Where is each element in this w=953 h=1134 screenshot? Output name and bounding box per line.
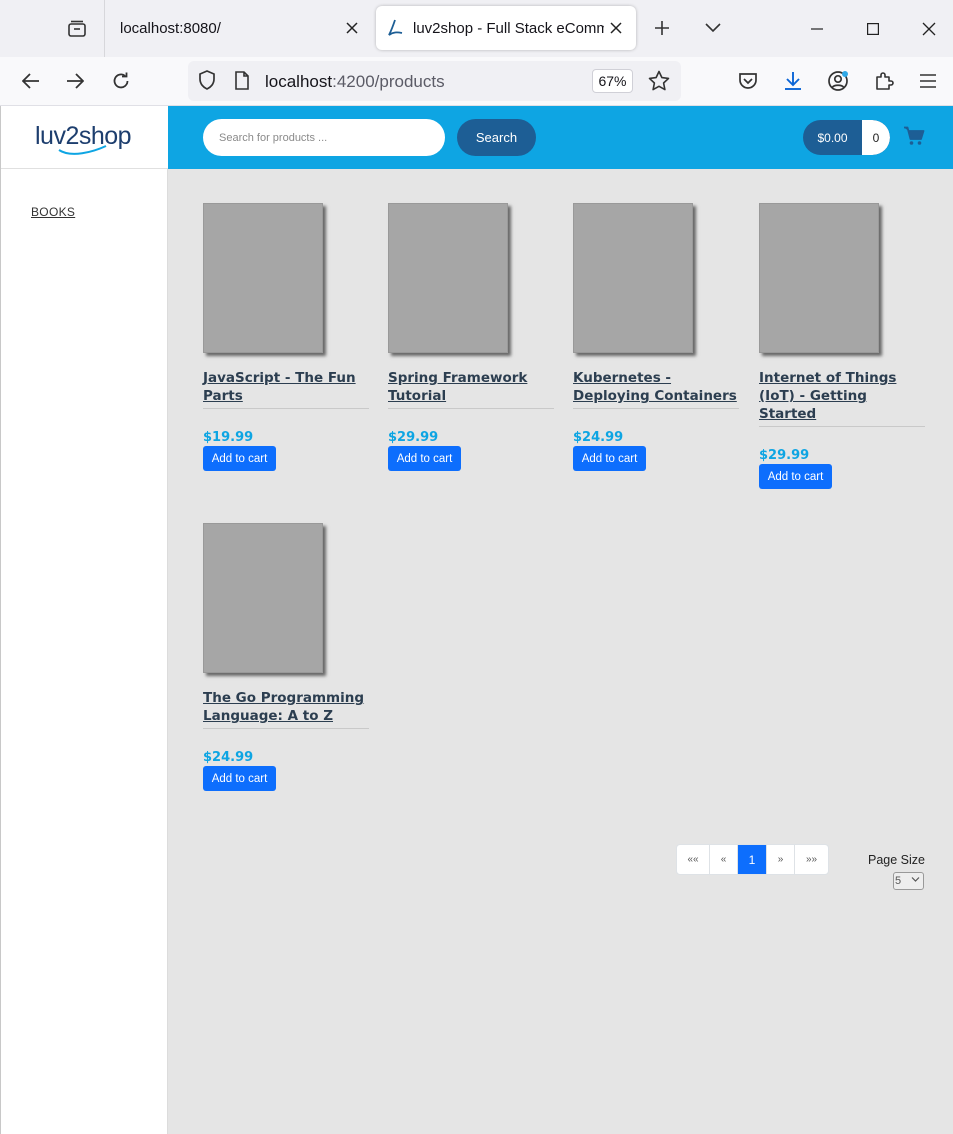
product-card: Internet of Things (IoT) - Getting Start… — [759, 203, 925, 489]
pocket-icon — [739, 73, 757, 89]
product-name-link[interactable]: Kubernetes - Deploying Containers — [573, 369, 739, 405]
product-price: $29.99 — [388, 430, 439, 445]
chevron-down-icon — [705, 23, 721, 33]
search-button[interactable]: Search — [457, 119, 536, 156]
browser-tab-bar: localhost:8080/ luv2shop - Full Stack eC… — [0, 0, 953, 57]
product-name-link[interactable]: Internet of Things (IoT) - Getting Start… — [759, 369, 925, 423]
last-page-button[interactable]: »» — [795, 845, 828, 874]
product-card: The Go Programming Language: A to Z $24.… — [203, 523, 369, 791]
product-image[interactable] — [759, 203, 879, 353]
firefox-view-button[interactable] — [50, 0, 104, 57]
forward-button[interactable] — [59, 65, 91, 97]
plus-icon — [655, 21, 669, 35]
page-size-select[interactable]: 5 — [893, 872, 924, 890]
divider — [573, 408, 739, 409]
product-price: $29.99 — [759, 448, 810, 463]
shopping-cart-icon[interactable] — [903, 126, 925, 151]
browser-tab-inactive[interactable]: localhost:8080/ — [106, 6, 372, 50]
bookmark-star-icon[interactable] — [648, 70, 670, 97]
url-host: localhost — [265, 72, 333, 91]
list-all-tabs-button[interactable] — [699, 14, 727, 42]
maximize-window-button[interactable] — [845, 0, 901, 57]
sidebar: luv2shop BOOKS — [0, 106, 168, 1134]
add-to-cart-button[interactable]: Add to cart — [573, 446, 646, 471]
product-card: Spring Framework Tutorial $29.99 Add to … — [388, 203, 554, 471]
luv2shop-favicon-icon — [386, 19, 404, 37]
add-to-cart-button[interactable]: Add to cart — [203, 446, 276, 471]
divider — [388, 408, 554, 409]
page-number-button[interactable]: 1 — [738, 845, 767, 874]
product-price: $19.99 — [203, 430, 254, 445]
luv2shop-logo: luv2shop — [35, 122, 132, 155]
account-button[interactable] — [822, 65, 854, 97]
minimize-icon — [811, 27, 823, 30]
product-image[interactable] — [203, 523, 323, 673]
product-name-link[interactable]: JavaScript - The Fun Parts — [203, 369, 369, 405]
page-info-icon[interactable] — [234, 71, 250, 95]
divider — [203, 408, 369, 409]
product-name-link[interactable]: The Go Programming Language: A to Z — [203, 689, 369, 725]
app-menu-button[interactable] — [912, 65, 944, 97]
zoom-level-button[interactable]: 67% — [592, 69, 633, 93]
back-button[interactable] — [15, 65, 47, 97]
downloads-button[interactable] — [777, 65, 809, 97]
address-bar[interactable]: localhost:4200/products 67% — [188, 61, 681, 101]
close-window-button[interactable] — [901, 0, 953, 57]
add-to-cart-button[interactable]: Add to cart — [203, 766, 276, 791]
tab-title: luv2shop - Full Stack eCommerce — [413, 19, 604, 37]
firefox-view-icon — [68, 20, 86, 37]
product-price: $24.99 — [573, 430, 624, 445]
puzzle-piece-icon — [876, 72, 894, 90]
account-icon — [828, 71, 848, 91]
cart-status[interactable]: $0.00 0 — [803, 120, 890, 155]
chevron-down-icon — [911, 877, 920, 882]
close-tab-icon[interactable] — [340, 16, 364, 40]
product-image[interactable] — [388, 203, 508, 353]
tab-separator — [104, 0, 105, 57]
reload-icon — [113, 72, 129, 89]
logo-text: luv2shop — [35, 122, 131, 150]
arrow-right-icon — [67, 73, 84, 89]
logo-link[interactable]: luv2shop — [1, 106, 168, 169]
add-to-cart-button[interactable]: Add to cart — [759, 464, 832, 489]
store-header: Search $0.00 0 — [168, 106, 953, 169]
product-image[interactable] — [573, 203, 693, 353]
product-name-link[interactable]: Spring Framework Tutorial — [388, 369, 554, 405]
tab-title: localhost:8080/ — [120, 19, 221, 37]
product-card: Kubernetes - Deploying Containers $24.99… — [573, 203, 739, 471]
product-image[interactable] — [203, 203, 323, 353]
close-tab-icon[interactable] — [604, 16, 628, 40]
category-link-books[interactable]: BOOKS — [31, 205, 75, 219]
web-page: luv2shop BOOKS Search $0.00 0 JavaScript… — [0, 106, 953, 1134]
divider — [203, 728, 369, 729]
maximize-icon — [867, 22, 879, 35]
cart-total-price: $0.00 — [817, 130, 848, 145]
next-page-button[interactable]: » — [767, 845, 795, 874]
browser-tab-active[interactable]: luv2shop - Full Stack eCommerce — [376, 6, 636, 50]
product-search-input[interactable] — [203, 119, 445, 156]
page-size-label: Page Size — [868, 853, 925, 867]
close-icon — [922, 22, 936, 35]
previous-page-button[interactable]: « — [710, 845, 738, 874]
browser-navigation-bar: localhost:4200/products 67% — [0, 57, 953, 106]
product-price: $24.99 — [203, 750, 254, 765]
extensions-button[interactable] — [868, 65, 900, 97]
product-card: JavaScript - The Fun Parts $19.99 Add to… — [203, 203, 369, 471]
hamburger-menu-icon — [920, 74, 936, 88]
new-tab-button[interactable] — [648, 14, 676, 42]
divider — [759, 426, 925, 427]
url-text[interactable]: localhost:4200/products — [265, 72, 445, 92]
cart-total-quantity: 0 — [862, 120, 890, 155]
minimize-window-button[interactable] — [789, 0, 845, 57]
url-path: :4200/products — [332, 72, 445, 91]
arrow-left-icon — [22, 73, 39, 89]
pagination: «« « 1 » »» — [676, 844, 829, 875]
tracking-protection-shield-icon[interactable] — [198, 70, 216, 95]
page-size-value: 5 — [895, 875, 902, 887]
pocket-button[interactable] — [732, 65, 764, 97]
first-page-button[interactable]: «« — [677, 845, 710, 874]
add-to-cart-button[interactable]: Add to cart — [388, 446, 461, 471]
reload-button[interactable] — [105, 65, 137, 97]
download-icon — [785, 72, 801, 90]
